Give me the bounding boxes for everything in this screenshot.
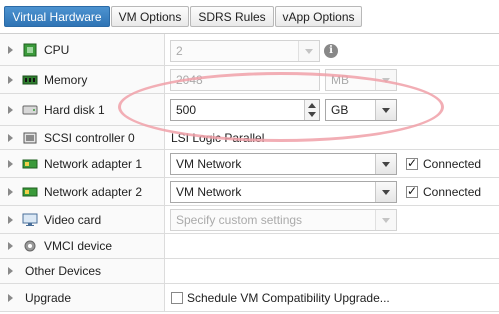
vmci-device-label: VMCI device <box>44 239 113 253</box>
network-adapter-1-label: Network adapter 1 <box>44 157 143 171</box>
video-card-select[interactable]: Specify custom settings <box>170 209 397 231</box>
tab-vm-options[interactable]: VM Options <box>111 6 189 27</box>
memory-unit-select[interactable]: MB <box>325 69 397 91</box>
chevron-down-icon <box>382 218 390 223</box>
video-card-dropdown-button[interactable] <box>375 210 396 230</box>
upgrade-row: Upgrade Schedule VM Compatibility Upgrad… <box>0 284 499 312</box>
cpu-row: CPU 2 i <box>0 34 499 66</box>
memory-value: 2048 <box>176 73 203 87</box>
chevron-down-icon <box>382 78 390 83</box>
network-adapter-2-row: Network adapter 2 VM Network Connected <box>0 178 499 206</box>
scsi-controller-icon <box>23 132 37 144</box>
memory-row: Memory 2048 MB <box>0 66 499 94</box>
expand-arrow-icon[interactable] <box>8 46 13 54</box>
other-devices-row: Other Devices <box>0 259 499 284</box>
info-icon[interactable]: i <box>324 44 338 58</box>
network-2-connected-checkbox[interactable] <box>406 184 418 198</box>
network-2-select[interactable]: VM Network <box>170 181 397 203</box>
memory-unit-dropdown-button[interactable] <box>375 70 396 90</box>
expand-arrow-icon[interactable] <box>8 294 13 302</box>
hard-disk-row: Hard disk 1 500 GB <box>0 94 499 126</box>
size-spinner[interactable] <box>304 100 319 120</box>
schedule-upgrade-label: Schedule VM Compatibility Upgrade... <box>187 291 390 305</box>
hard-disk-size-input[interactable]: 500 <box>170 99 320 121</box>
scsi-row: SCSI controller 0 LSI Logic Parallel <box>0 126 499 150</box>
schedule-upgrade-checkbox[interactable] <box>171 292 183 304</box>
network-2-dropdown-button[interactable] <box>375 182 396 202</box>
network-1-connected-checkbox[interactable] <box>406 156 418 170</box>
hard-disk-size-value: 500 <box>176 103 197 117</box>
video-card-placeholder: Specify custom settings <box>176 213 303 227</box>
hard-disk-unit-select[interactable]: GB <box>325 99 397 121</box>
hard-disk-label: Hard disk 1 <box>44 103 105 117</box>
expand-arrow-icon[interactable] <box>8 188 13 196</box>
expand-arrow-icon[interactable] <box>8 160 13 168</box>
hard-disk-unit: GB <box>331 103 349 117</box>
network-1-dropdown-button[interactable] <box>375 154 396 174</box>
cpu-value: 2 <box>176 44 183 58</box>
virtual-hardware-table: CPU 2 i Memory 2048 MB Hard disk 1 500 G… <box>0 33 499 314</box>
chevron-down-icon <box>382 190 390 195</box>
spin-down-icon[interactable] <box>308 112 316 117</box>
tab-sdrs-rules[interactable]: SDRS Rules <box>190 6 274 27</box>
hard-disk-icon <box>22 105 38 115</box>
tab-bar: Virtual Hardware VM Options SDRS Rules v… <box>0 0 499 32</box>
chevron-down-icon <box>382 162 390 167</box>
tab-vapp-options[interactable]: vApp Options <box>275 6 362 27</box>
memory-module-icon <box>22 75 38 85</box>
network-1-connected-label: Connected <box>423 157 482 171</box>
network-card-icon <box>22 159 38 169</box>
gear-icon <box>24 240 36 252</box>
expand-arrow-icon[interactable] <box>8 134 13 142</box>
tab-virtual-hardware[interactable]: Virtual Hardware <box>4 6 110 27</box>
network-1-select[interactable]: VM Network <box>170 153 397 175</box>
cpu-dropdown-button[interactable] <box>298 41 319 61</box>
scsi-label: SCSI controller 0 <box>44 131 135 145</box>
other-devices-label: Other Devices <box>25 264 102 278</box>
expand-arrow-icon[interactable] <box>8 242 13 250</box>
network-2-connected-label: Connected <box>423 185 482 199</box>
monitor-icon <box>22 213 38 226</box>
cpu-select[interactable]: 2 <box>170 40 320 62</box>
spin-up-icon[interactable] <box>308 103 316 108</box>
network-card-icon <box>22 187 38 197</box>
cpu-label: CPU <box>44 43 70 57</box>
network-adapter-2-label: Network adapter 2 <box>44 185 143 199</box>
network-2-value: VM Network <box>176 185 242 199</box>
expand-arrow-icon[interactable] <box>8 267 13 275</box>
video-card-row: Video card Specify custom settings <box>0 206 499 234</box>
expand-arrow-icon[interactable] <box>8 106 13 114</box>
memory-input[interactable]: 2048 <box>170 69 320 91</box>
cpu-chip-icon <box>23 43 37 57</box>
chevron-down-icon <box>382 108 390 113</box>
upgrade-label: Upgrade <box>25 291 72 305</box>
expand-arrow-icon[interactable] <box>8 76 13 84</box>
video-card-label: Video card <box>44 213 102 227</box>
scsi-value: LSI Logic Parallel <box>171 131 265 145</box>
memory-label: Memory <box>44 73 88 87</box>
expand-arrow-icon[interactable] <box>8 216 13 224</box>
hard-disk-unit-dropdown-button[interactable] <box>375 100 396 120</box>
network-adapter-1-row: Network adapter 1 VM Network Connected <box>0 150 499 178</box>
vmci-device-row: VMCI device <box>0 234 499 259</box>
chevron-down-icon <box>305 49 313 54</box>
network-1-value: VM Network <box>176 157 242 171</box>
memory-unit: MB <box>331 73 349 87</box>
